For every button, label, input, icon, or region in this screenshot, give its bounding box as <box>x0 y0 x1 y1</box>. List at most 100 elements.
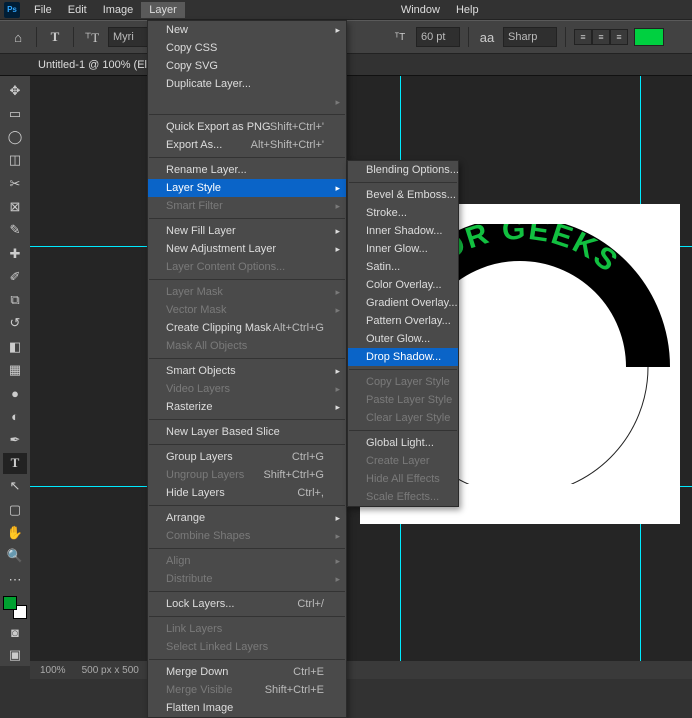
menu-item-arrange[interactable]: Arrange <box>148 509 346 527</box>
zoom-tool-icon[interactable]: 🔍 <box>3 546 27 567</box>
brush-tool-icon[interactable]: ✐ <box>3 266 27 287</box>
menu-item-copy-layer-style: Copy Layer Style <box>348 373 458 391</box>
menu-item-new-fill-layer[interactable]: New Fill Layer <box>148 222 346 240</box>
tool-preset-icon[interactable]: T <box>45 28 65 46</box>
menu-item-vector-mask: Vector Mask <box>148 301 346 319</box>
anti-alias-select[interactable]: Sharp <box>503 27 557 47</box>
color-swatches[interactable] <box>3 596 27 619</box>
align-center-icon[interactable]: ≡ <box>592 29 610 45</box>
menu-item-create-layer: Create Layer <box>348 452 458 470</box>
menu-item-align: Align <box>148 552 346 570</box>
history-brush-tool-icon[interactable]: ↺ <box>3 313 27 334</box>
menu-item-drop-shadow[interactable]: Drop Shadow... <box>348 348 458 366</box>
menu-item-new[interactable]: New <box>148 21 346 39</box>
menu-item-stroke[interactable]: Stroke... <box>348 204 458 222</box>
menu-item-satin[interactable]: Satin... <box>348 258 458 276</box>
menu-item-new-layer-based-slice[interactable]: New Layer Based Slice <box>148 423 346 441</box>
menu-edit[interactable]: Edit <box>60 2 95 18</box>
menu-item-copy-svg[interactable]: Copy SVG <box>148 57 346 75</box>
pen-tool-icon[interactable]: ✒ <box>3 429 27 450</box>
move-tool-icon[interactable]: ✥ <box>3 80 27 101</box>
menu-item-layer-mask: Layer Mask <box>148 283 346 301</box>
menu-item-layer-style[interactable]: Layer Style <box>148 179 346 197</box>
foreground-color-swatch[interactable] <box>3 596 17 610</box>
menu-item-merge-down[interactable]: Merge DownCtrl+E <box>148 663 346 681</box>
menu-item-copy-css[interactable]: Copy CSS <box>148 39 346 57</box>
menu-item-group-layers[interactable]: Group LayersCtrl+G <box>148 448 346 466</box>
marquee-tool-icon[interactable]: ▭ <box>3 103 27 124</box>
menu-image[interactable]: Image <box>95 2 142 18</box>
photoshop-icon: Ps <box>4 2 20 18</box>
menu-item-rename-layer[interactable]: Rename Layer... <box>148 161 346 179</box>
menu-item-scale-effects: Scale Effects... <box>348 488 458 506</box>
font-size-field[interactable]: 60 pt <box>416 27 460 47</box>
home-icon[interactable]: ⌂ <box>8 28 28 46</box>
quick-mask-icon[interactable]: ◙ <box>3 621 27 642</box>
menu-window[interactable]: Window <box>393 2 448 18</box>
menu-item-distribute: Distribute <box>148 570 346 588</box>
crop-tool-icon[interactable]: ✂ <box>3 173 27 194</box>
menu-item-global-light[interactable]: Global Light... <box>348 434 458 452</box>
gradient-tool-icon[interactable]: ▦ <box>3 359 27 380</box>
text-color-swatch[interactable] <box>634 28 664 46</box>
anti-alias-label: aa <box>477 28 497 46</box>
document-tab[interactable]: Untitled-1 @ 100% (Ellip <box>38 59 158 71</box>
hand-tool-icon[interactable]: ✋ <box>3 522 27 543</box>
menu-layer[interactable]: Layer <box>141 2 185 18</box>
menu-item-mask-all-objects: Mask All Objects <box>148 337 346 355</box>
menu-item-create-clipping-mask[interactable]: Create Clipping MaskAlt+Ctrl+G <box>148 319 346 337</box>
menu-item-flatten-image[interactable]: Flatten Image <box>148 699 346 717</box>
object-select-tool-icon[interactable]: ◫ <box>3 150 27 171</box>
menu-item-quick-export[interactable]: Quick Export as PNGShift+Ctrl+' <box>148 118 346 136</box>
menu-help[interactable]: Help <box>448 2 487 18</box>
menu-item-link-layers: Link Layers <box>148 620 346 638</box>
font-size-icon: ᵀT <box>390 28 410 46</box>
menu-item-bevel-emboss[interactable]: Bevel & Emboss... <box>348 186 458 204</box>
menu-item-color-overlay[interactable]: Color Overlay... <box>348 276 458 294</box>
dodge-tool-icon[interactable]: ◐ <box>3 406 27 427</box>
menu-item-outer-glow[interactable]: Outer Glow... <box>348 330 458 348</box>
layer-style-submenu: Blending Options... Bevel & Emboss... St… <box>347 160 459 507</box>
menu-item-layer-content-options: Layer Content Options... <box>148 258 346 276</box>
shape-tool-icon[interactable]: ▢ <box>3 499 27 520</box>
type-tool-icon[interactable]: T <box>3 453 27 474</box>
menu-item-duplicate-layer[interactable]: Duplicate Layer... <box>148 75 346 93</box>
menu-item-inner-glow[interactable]: Inner Glow... <box>348 240 458 258</box>
eraser-tool-icon[interactable]: ◧ <box>3 336 27 357</box>
text-orientation-icon[interactable]: ⸆T <box>82 28 102 46</box>
menu-item-inner-shadow[interactable]: Inner Shadow... <box>348 222 458 240</box>
zoom-level[interactable]: 100% <box>40 665 66 676</box>
edit-toolbar-icon[interactable]: ⋯ <box>3 569 27 590</box>
menu-file[interactable]: File <box>26 2 60 18</box>
frame-tool-icon[interactable]: ⊠ <box>3 196 27 217</box>
clone-stamp-tool-icon[interactable]: ⧉ <box>3 290 27 311</box>
menu-item-gradient-overlay[interactable]: Gradient Overlay... <box>348 294 458 312</box>
menu-item-paste-layer-style: Paste Layer Style <box>348 391 458 409</box>
menu-item-lock-layers[interactable]: Lock Layers...Ctrl+/ <box>148 595 346 613</box>
menu-item-blending-options[interactable]: Blending Options... <box>348 161 458 179</box>
blur-tool-icon[interactable]: ● <box>3 383 27 404</box>
healing-brush-tool-icon[interactable]: ✚ <box>3 243 27 264</box>
menu-item-pattern-overlay[interactable]: Pattern Overlay... <box>348 312 458 330</box>
menu-item-hide-layers[interactable]: Hide LayersCtrl+, <box>148 484 346 502</box>
font-family-select[interactable]: Myri <box>108 27 148 47</box>
menu-item-combine-shapes: Combine Shapes <box>148 527 346 545</box>
menu-item-clear-layer-style: Clear Layer Style <box>348 409 458 427</box>
screen-mode-icon[interactable]: ▣ <box>3 645 27 666</box>
menu-item-rasterize[interactable]: Rasterize <box>148 398 346 416</box>
path-select-tool-icon[interactable]: ↖ <box>3 476 27 497</box>
document-dimensions: 500 px x 500 <box>82 665 139 676</box>
tools-panel: ✥ ▭ ◯ ◫ ✂ ⊠ ✎ ✚ ✐ ⧉ ↺ ◧ ▦ ● ◐ ✒ T ↖ ▢ ✋ … <box>0 76 30 666</box>
menu-item-new-adjustment-layer[interactable]: New Adjustment Layer <box>148 240 346 258</box>
text-align-group: ≡ ≡ ≡ <box>574 29 628 45</box>
menu-item-smart-filter: Smart Filter <box>148 197 346 215</box>
lasso-tool-icon[interactable]: ◯ <box>3 127 27 148</box>
align-left-icon[interactable]: ≡ <box>574 29 592 45</box>
arc-text: FOR GEEKS <box>420 224 692 484</box>
menu-item-delete[interactable] <box>148 93 346 111</box>
menu-item-export-as[interactable]: Export As...Alt+Shift+Ctrl+' <box>148 136 346 154</box>
menu-item-smart-objects[interactable]: Smart Objects <box>148 362 346 380</box>
align-right-icon[interactable]: ≡ <box>610 29 628 45</box>
menu-item-select-linked-layers: Select Linked Layers <box>148 638 346 656</box>
eyedropper-tool-icon[interactable]: ✎ <box>3 220 27 241</box>
